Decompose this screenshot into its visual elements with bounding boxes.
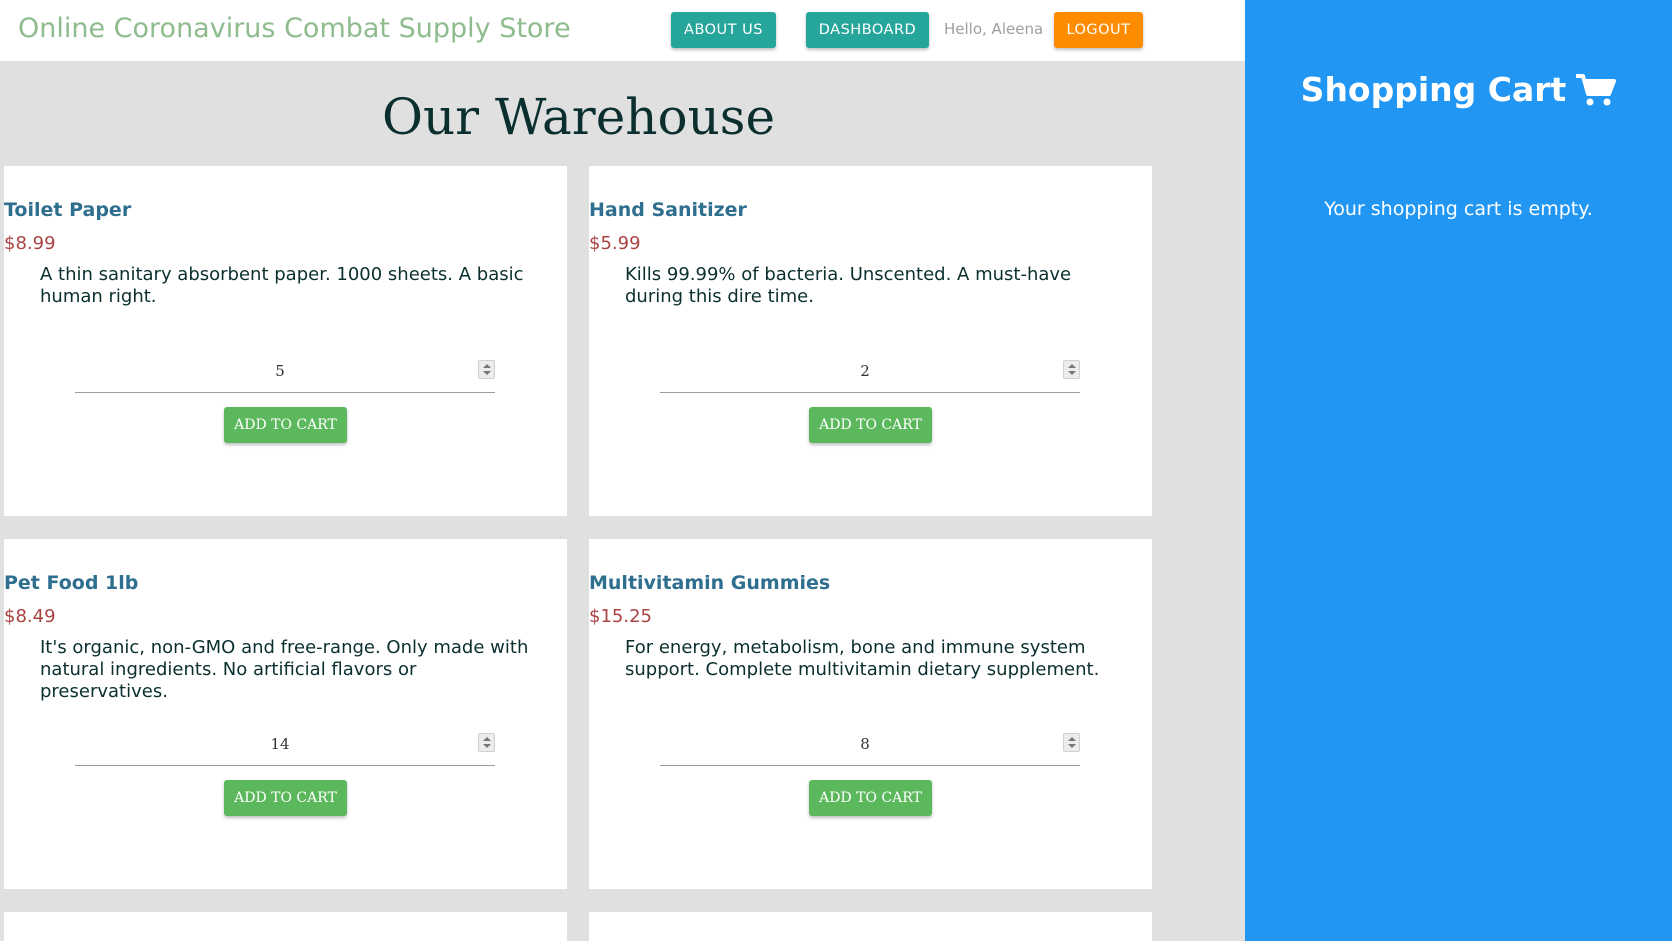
product-price: $5.99: [589, 233, 641, 254]
product-description: Kills 99.99% of bacteria. Unscented. A m…: [625, 264, 1072, 307]
add-to-cart-button[interactable]: ADD TO CART: [224, 407, 347, 443]
product-name: Toilet Paper: [4, 199, 132, 221]
product-price: $8.99: [4, 233, 56, 254]
shopping-cart-icon[interactable]: [1576, 73, 1617, 107]
about-us-button[interactable]: ABOUT US: [671, 12, 776, 48]
quantity-stepper-icon[interactable]: [1063, 733, 1080, 752]
quantity-value: 2: [860, 362, 870, 380]
quantity-value: 8: [860, 735, 870, 753]
top-navbar: Online Coronavirus Combat Supply Store A…: [0, 0, 1245, 61]
quantity-input[interactable]: 8: [660, 730, 1080, 766]
product-name: Hand Sanitizer: [589, 199, 747, 221]
cart-empty-message: Your shopping cart is empty.: [1324, 198, 1593, 220]
product-description: A thin sanitary absorbent paper. 1000 sh…: [40, 264, 524, 307]
quantity-input[interactable]: 5: [75, 357, 495, 393]
brand-title[interactable]: Online Coronavirus Combat Supply Store: [18, 13, 571, 44]
product-card-partial: [589, 912, 1152, 941]
quantity-stepper-icon[interactable]: [478, 733, 495, 752]
quantity-stepper-icon[interactable]: [1063, 360, 1080, 379]
product-description: For energy, metabolism, bone and immune …: [625, 637, 1100, 680]
cart-heading: Shopping Cart: [1245, 70, 1672, 109]
product-name: Multivitamin Gummies: [589, 572, 831, 594]
add-to-cart-button[interactable]: ADD TO CART: [224, 780, 347, 816]
product-price: $15.25: [589, 606, 652, 627]
page-title: Our Warehouse: [381, 88, 776, 146]
quantity-input[interactable]: 14: [75, 730, 495, 766]
user-greeting: Hello, Aleena: [944, 20, 1044, 38]
product-description: It's organic, non-GMO and free-range. On…: [40, 637, 529, 702]
add-to-cart-button[interactable]: ADD TO CART: [809, 407, 932, 443]
quantity-input[interactable]: 2: [660, 357, 1080, 393]
quantity-stepper-icon[interactable]: [478, 360, 495, 379]
shopping-cart-panel: Shopping Cart Your shopping cart is empt…: [1245, 0, 1672, 941]
product-price: $8.49: [4, 606, 56, 627]
dashboard-button[interactable]: DASHBOARD: [806, 12, 929, 48]
quantity-value: 14: [270, 735, 290, 753]
logout-button[interactable]: LOGOUT: [1054, 12, 1143, 48]
quantity-value: 5: [275, 362, 285, 380]
add-to-cart-button[interactable]: ADD TO CART: [809, 780, 932, 816]
cart-title: Shopping Cart: [1300, 70, 1567, 109]
product-card-partial: [4, 912, 567, 941]
product-name: Pet Food 1lb: [4, 572, 139, 594]
main-content: Online Coronavirus Combat Supply Store A…: [0, 0, 1245, 941]
